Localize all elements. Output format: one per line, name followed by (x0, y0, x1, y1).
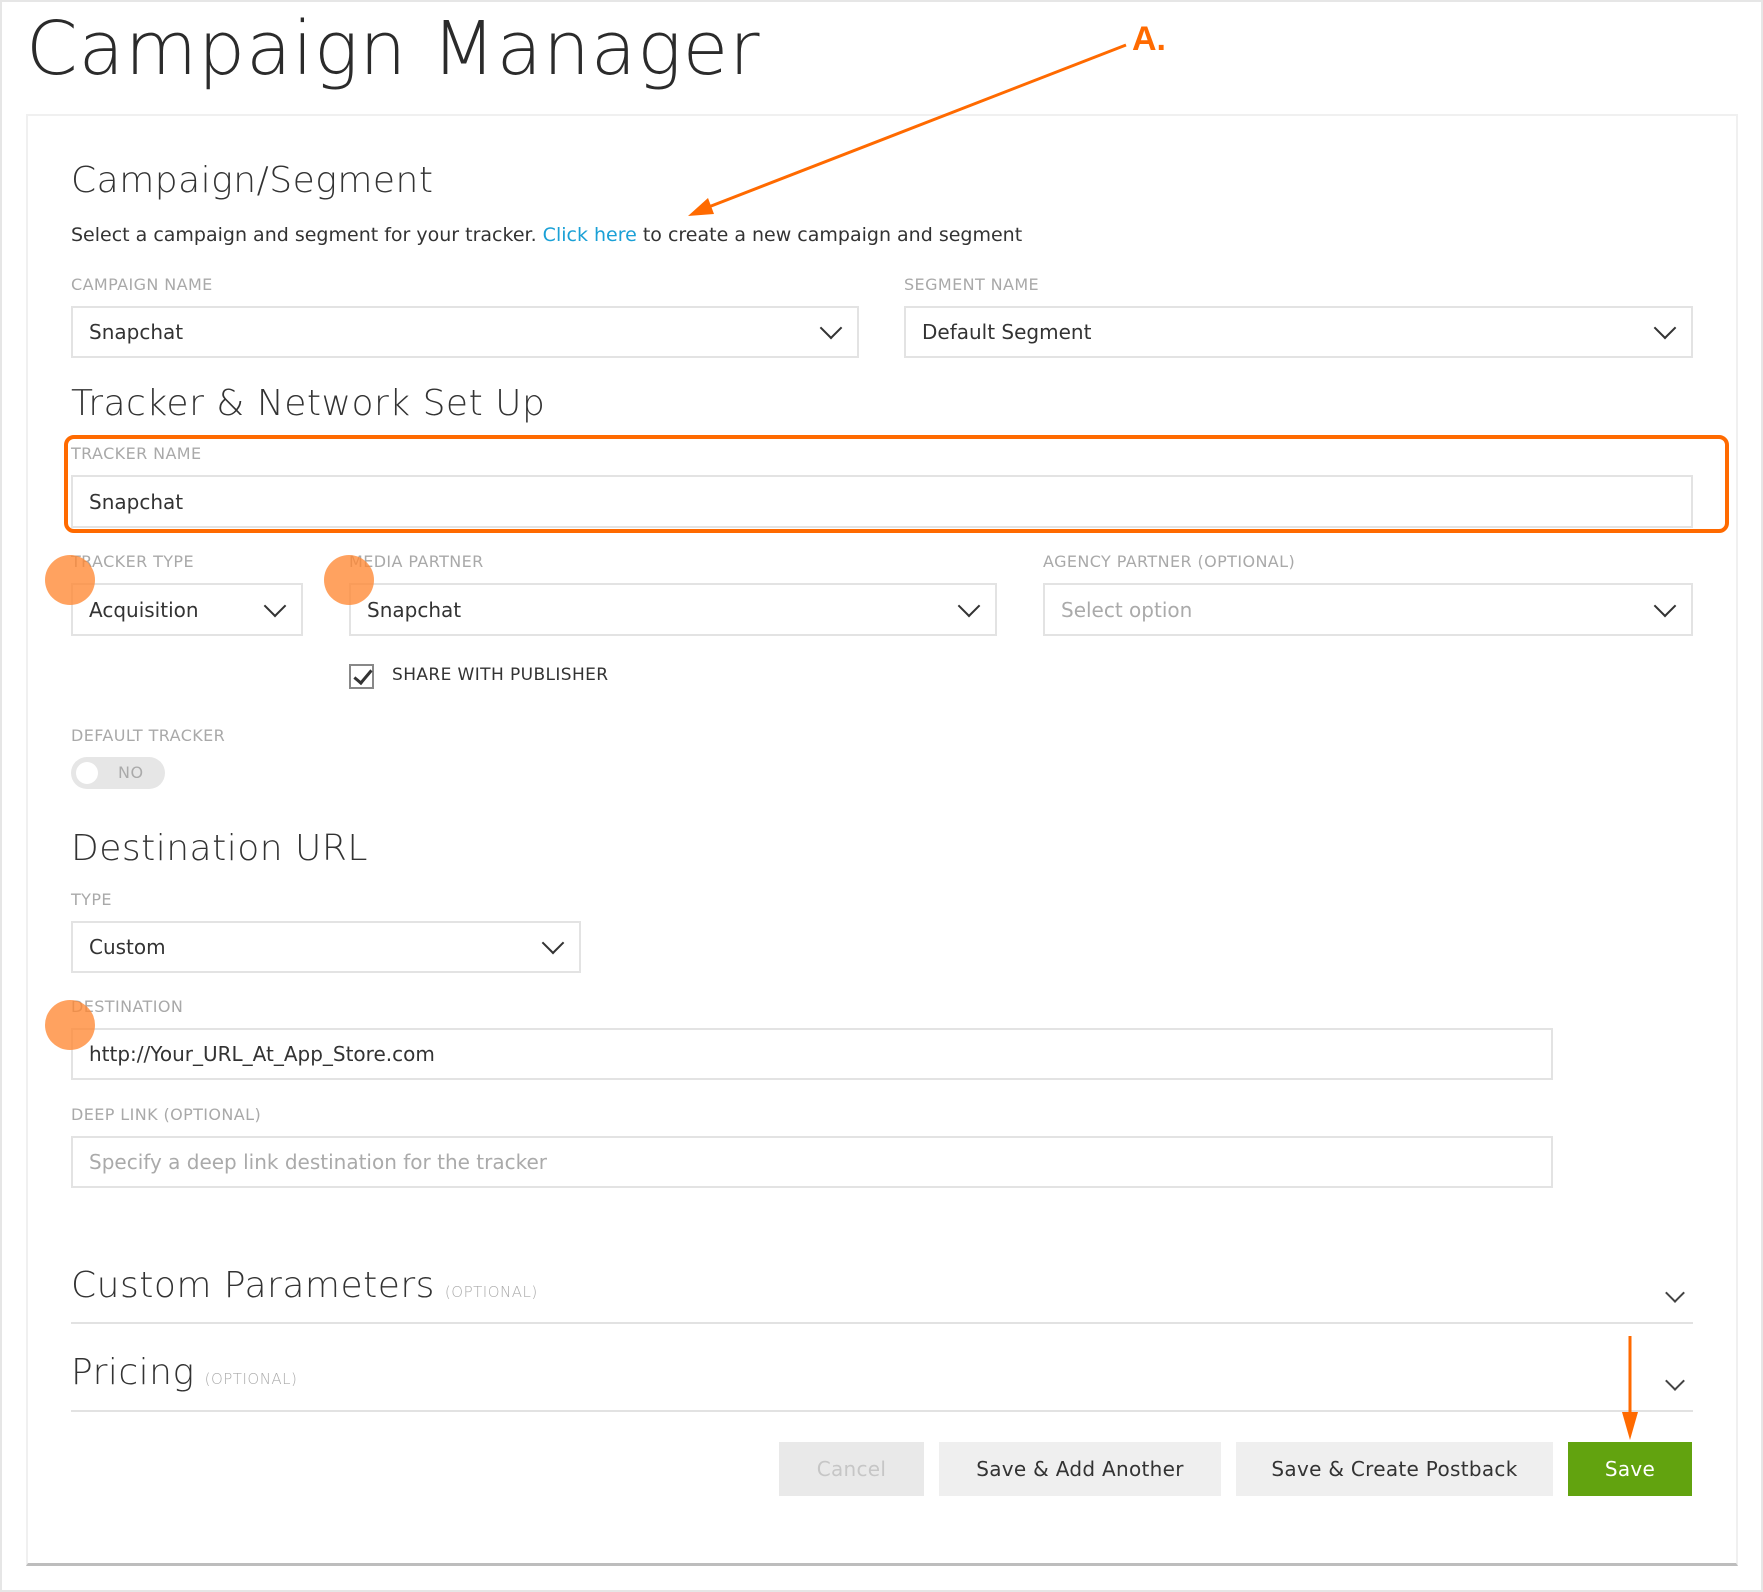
custom-parameters-header[interactable]: Custom Parameters (OPTIONAL) (71, 1265, 538, 1306)
segment-name-label: SEGMENT NAME (904, 275, 1040, 294)
create-campaign-link[interactable]: Click here (543, 224, 637, 246)
destination-type-select[interactable]: Custom (71, 921, 581, 973)
toggle-state-label: NO (118, 763, 144, 782)
divider (71, 1410, 1693, 1412)
section-heading-tracker-network: Tracker & Network Set Up (71, 383, 546, 424)
pricing-header[interactable]: Pricing (OPTIONAL) (71, 1352, 297, 1393)
cancel-button[interactable]: Cancel (779, 1442, 924, 1496)
chevron-down-icon (957, 594, 981, 617)
segment-name-value: Default Segment (922, 320, 1092, 344)
media-partner-select[interactable]: Snapchat (349, 583, 997, 636)
agency-partner-placeholder: Select option (1061, 597, 1193, 622)
divider (71, 1322, 1693, 1324)
type-label: TYPE (71, 890, 112, 909)
destination-type-value: Custom (89, 935, 166, 959)
annotation-dot (324, 555, 374, 605)
campaign-name-select[interactable]: Snapchat (71, 306, 859, 358)
description-prefix: Select a campaign and segment for your t… (71, 224, 543, 246)
destination-input[interactable]: http://Your_URL_At_App_Store.com (71, 1028, 1553, 1080)
save-button[interactable]: Save (1568, 1442, 1692, 1496)
share-with-publisher-label: SHARE WITH PUBLISHER (392, 665, 609, 685)
tracker-type-value: Acquisition (89, 597, 199, 622)
save-add-another-button[interactable]: Save & Add Another (939, 1442, 1221, 1496)
toggle-knob (76, 762, 98, 784)
chevron-down-icon (1653, 316, 1677, 340)
tracker-type-select[interactable]: Acquisition (71, 583, 303, 636)
chevron-down-icon (541, 931, 565, 955)
deep-link-input[interactable]: Specify a deep link destination for the … (71, 1136, 1553, 1188)
campaign-name-label: CAMPAIGN NAME (71, 275, 213, 294)
annotation-dot (45, 1000, 95, 1050)
tracker-name-input[interactable]: Snapchat (71, 475, 1693, 528)
pricing-optional-tag: (OPTIONAL) (204, 1370, 298, 1388)
chevron-down-icon (1653, 594, 1677, 617)
page-title: Campaign Manager (26, 6, 761, 92)
save-create-postback-button[interactable]: Save & Create Postback (1236, 1442, 1553, 1496)
tracker-name-label: TRACKER NAME (71, 444, 202, 463)
default-tracker-label: DEFAULT TRACKER (71, 726, 226, 745)
campaign-name-value: Snapchat (89, 320, 184, 344)
media-partner-value: Snapchat (367, 597, 462, 622)
section-heading-campaign-segment: Campaign/Segment (71, 160, 434, 201)
chevron-down-icon (819, 316, 843, 340)
default-tracker-toggle[interactable]: NO (71, 757, 165, 789)
deep-link-placeholder: Specify a deep link destination for the … (89, 1150, 547, 1174)
annotation-dot (45, 555, 95, 605)
agency-partner-select[interactable]: Select option (1043, 583, 1693, 636)
destination-value: http://Your_URL_At_App_Store.com (89, 1042, 435, 1066)
custom-parameters-optional-tag: (OPTIONAL) (444, 1283, 538, 1301)
agency-partner-label: AGENCY PARTNER (OPTIONAL) (1043, 552, 1296, 571)
campaign-segment-description: Select a campaign and segment for your t… (71, 224, 1022, 246)
custom-parameters-heading: Custom Parameters (71, 1265, 435, 1306)
share-with-publisher-checkbox[interactable] (349, 664, 374, 689)
section-heading-destination-url: Destination URL (71, 828, 368, 869)
segment-name-select[interactable]: Default Segment (904, 306, 1693, 358)
tracker-name-value: Snapchat (89, 489, 184, 514)
chevron-down-icon (263, 594, 287, 617)
pricing-heading: Pricing (71, 1352, 195, 1393)
annotation-label: A. (1132, 20, 1166, 58)
deep-link-label: DEEP LINK (OPTIONAL) (71, 1105, 262, 1124)
description-suffix: to create a new campaign and segment (636, 224, 1023, 246)
